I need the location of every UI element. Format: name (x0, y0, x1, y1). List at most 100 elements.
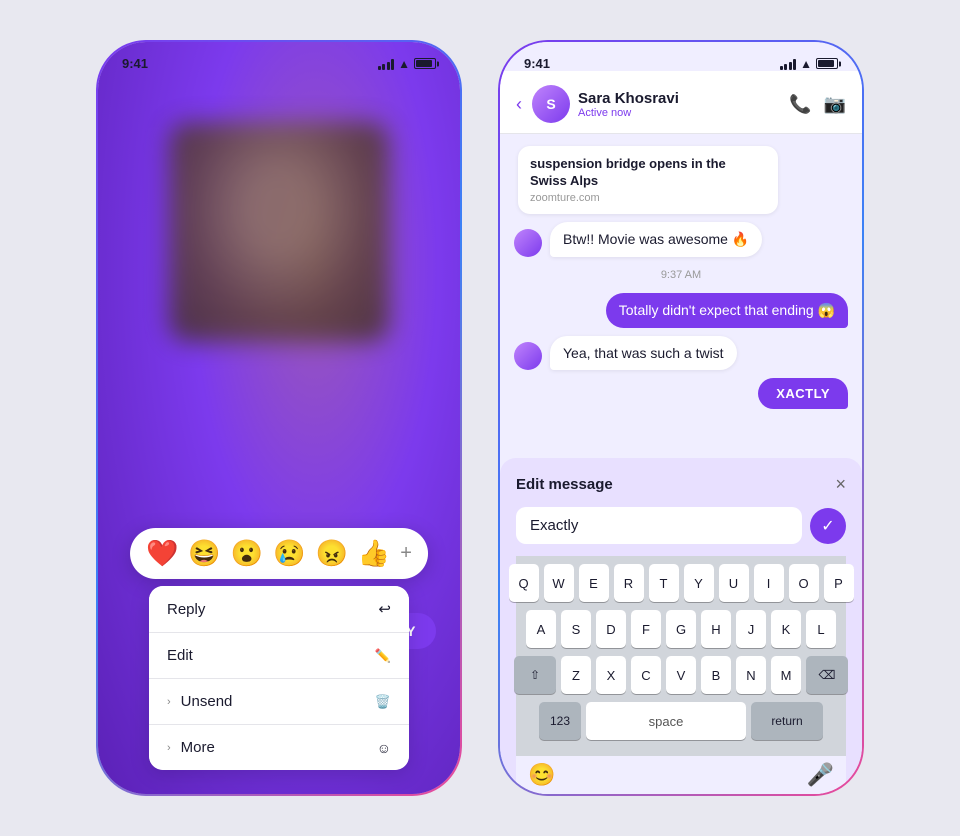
key-t[interactable]: T (649, 564, 679, 602)
edit-modal-close-button[interactable]: × (835, 474, 846, 495)
keyboard-row-2: A S D F G H J K L (520, 610, 842, 648)
wifi-icon: ▲ (398, 57, 410, 71)
chat-messages: suspension bridge opens in the Swiss Alp… (500, 134, 862, 458)
emoji-angry[interactable]: 😠 (316, 538, 348, 569)
key-s[interactable]: S (561, 610, 591, 648)
context-reply-label: Reply (167, 601, 205, 618)
contact-info: Sara Khosravi Active now (578, 90, 781, 119)
wifi-icon-2: ▲ (800, 57, 812, 71)
emoji-reaction-bar: ❤️ 😆 😮 😢 😠 👍 + (130, 528, 428, 579)
numbers-key[interactable]: 123 (539, 702, 581, 740)
message-avatar-2 (514, 342, 542, 370)
key-a[interactable]: A (526, 610, 556, 648)
header-actions: 📞 📷 (789, 94, 846, 115)
key-c[interactable]: C (631, 656, 661, 694)
microphone-icon[interactable]: 🎤 (807, 762, 834, 788)
message-received-2: Yea, that was such a twist (514, 336, 737, 370)
link-preview-title: suspension bridge opens in the Swiss Alp… (530, 156, 766, 190)
message-bubble-sent-1: Totally didn't expect that ending 😱 (606, 293, 848, 328)
unsend-expand-icon: › (167, 696, 171, 708)
key-y[interactable]: Y (684, 564, 714, 602)
context-unsend[interactable]: › Unsend 🗑️ (149, 679, 409, 725)
key-n[interactable]: N (736, 656, 766, 694)
more-icon: ☺ (377, 740, 391, 756)
message-bubble-received-1: Btw!! Movie was awesome 🔥 (550, 222, 762, 257)
emoji-keyboard-icon[interactable]: 😊 (528, 762, 555, 788)
emoji-crying[interactable]: 😢 (273, 538, 305, 569)
keyboard-accessory-bar: 😊 🎤 (516, 756, 846, 794)
emoji-thumbsup[interactable]: 👍 (358, 538, 390, 569)
context-unsend-label: Unsend (181, 693, 233, 710)
contact-avatar: S (532, 85, 570, 123)
context-menu: Reply ↩ Edit ✏️ › Unsend 🗑️ › (149, 586, 409, 770)
context-more[interactable]: › More ☺ (149, 725, 409, 770)
checkmark-icon: ✓ (821, 516, 834, 536)
key-w[interactable]: W (544, 564, 574, 602)
trash-icon: 🗑️ (375, 694, 391, 710)
message-received-1: Btw!! Movie was awesome 🔥 (514, 222, 762, 257)
video-icon[interactable]: 📷 (824, 94, 846, 115)
call-icon[interactable]: 📞 (789, 94, 811, 115)
time-1: 9:41 (122, 56, 148, 71)
status-icons-1: ▲ (378, 57, 436, 71)
edit-icon: ✏️ (375, 648, 391, 664)
battery-icon (414, 58, 436, 69)
message-bubble-received-2: Yea, that was such a twist (550, 336, 737, 370)
key-u[interactable]: U (719, 564, 749, 602)
space-key[interactable]: space (586, 702, 746, 740)
status-bar-1: 9:41 ▲ (98, 42, 460, 71)
keyboard-row-1: Q W E R T Y U I O P (520, 564, 842, 602)
contact-name: Sara Khosravi (578, 90, 781, 107)
phone-2: 9:41 ▲ ‹ S (496, 38, 866, 798)
key-p[interactable]: P (824, 564, 854, 602)
emoji-laughing[interactable]: 😆 (188, 538, 220, 569)
key-k[interactable]: K (771, 610, 801, 648)
chat-header: ‹ S Sara Khosravi Active now 📞 📷 (500, 71, 862, 134)
key-b[interactable]: B (701, 656, 731, 694)
emoji-more-button[interactable]: + (400, 542, 412, 565)
status-icons-2: ▲ (780, 57, 838, 71)
phone-1: 9:41 ▲ ❤️ (94, 38, 464, 798)
key-h[interactable]: H (701, 610, 731, 648)
key-g[interactable]: G (666, 610, 696, 648)
key-f[interactable]: F (631, 610, 661, 648)
phone-1-screen: 9:41 ▲ ❤️ (98, 42, 460, 794)
edit-modal-title: Edit message (516, 476, 613, 493)
key-m[interactable]: M (771, 656, 801, 694)
message-avatar-1 (514, 229, 542, 257)
context-edit[interactable]: Edit ✏️ (149, 633, 409, 679)
edit-message-input[interactable] (516, 507, 802, 544)
emoji-heart[interactable]: ❤️ (146, 538, 178, 569)
shift-key[interactable]: ⇧ (514, 656, 556, 694)
phone-2-screen: 9:41 ▲ ‹ S (500, 42, 862, 794)
signal-icon (378, 58, 395, 70)
keyboard-row-3: ⇧ Z X C V B N M ⌫ (520, 656, 842, 694)
delete-key[interactable]: ⌫ (806, 656, 848, 694)
key-d[interactable]: D (596, 610, 626, 648)
link-preview-card: suspension bridge opens in the Swiss Alp… (518, 146, 778, 214)
message-sent-1: Totally didn't expect that ending 😱 (606, 293, 848, 328)
status-bar-2: 9:41 ▲ (500, 42, 862, 71)
emoji-surprised[interactable]: 😮 (231, 538, 263, 569)
edit-send-button[interactable]: ✓ (810, 508, 846, 544)
reply-icon: ↩ (378, 600, 391, 618)
message-timestamp: 9:37 AM (514, 269, 848, 281)
key-r[interactable]: R (614, 564, 644, 602)
key-j[interactable]: J (736, 610, 766, 648)
contact-status: Active now (578, 107, 781, 119)
key-o[interactable]: O (789, 564, 819, 602)
return-key[interactable]: return (751, 702, 823, 740)
key-v[interactable]: V (666, 656, 696, 694)
key-l[interactable]: L (806, 610, 836, 648)
key-q[interactable]: Q (509, 564, 539, 602)
key-i[interactable]: I (754, 564, 784, 602)
back-button[interactable]: ‹ (516, 94, 522, 115)
context-reply[interactable]: Reply ↩ (149, 586, 409, 633)
context-more-label: More (181, 739, 215, 756)
edit-message-modal: Edit message × ✓ Q W E R (500, 458, 862, 794)
key-e[interactable]: E (579, 564, 609, 602)
key-z[interactable]: Z (561, 656, 591, 694)
key-x[interactable]: X (596, 656, 626, 694)
battery-icon-2 (816, 58, 838, 69)
blurred-photo (169, 122, 389, 342)
